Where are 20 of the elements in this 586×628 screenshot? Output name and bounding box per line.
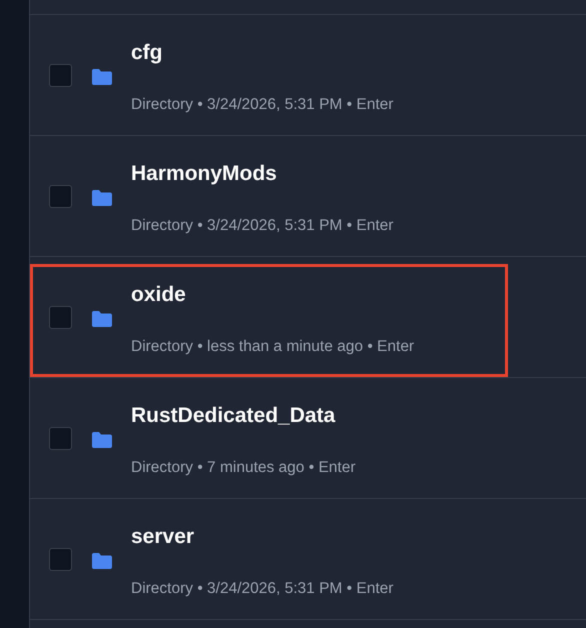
checkbox[interactable] — [49, 64, 72, 86]
folder-icon — [91, 431, 113, 449]
folder-details: Directory • 3/24/2026, 5:31 PM • Enter — [131, 579, 394, 599]
folder-name[interactable]: HarmonyMods — [131, 160, 394, 188]
checkbox[interactable] — [49, 548, 72, 570]
folder-details: Directory • 3/24/2026, 5:31 PM • Enter — [131, 95, 394, 115]
folder-details: Directory • 3/24/2026, 5:31 PM • Enter — [131, 216, 394, 236]
checkbox[interactable] — [49, 184, 72, 208]
folder-details: Directory • less than a minute ago • Enter — [131, 337, 414, 357]
folder-name[interactable]: cfg — [131, 39, 394, 67]
checkbox[interactable] — [49, 306, 72, 328]
checkbox[interactable] — [49, 426, 72, 450]
folder-icon — [91, 552, 113, 570]
folder-icon — [91, 68, 113, 86]
folder-details: Directory • 7 minutes ago • Enter — [131, 458, 356, 478]
folder-name[interactable]: server — [131, 523, 394, 551]
folder-icon — [91, 310, 113, 328]
folder-name[interactable]: oxide — [131, 281, 414, 309]
folder-icon — [91, 189, 113, 207]
folder-name[interactable]: RustDedicated_Data — [131, 402, 356, 430]
